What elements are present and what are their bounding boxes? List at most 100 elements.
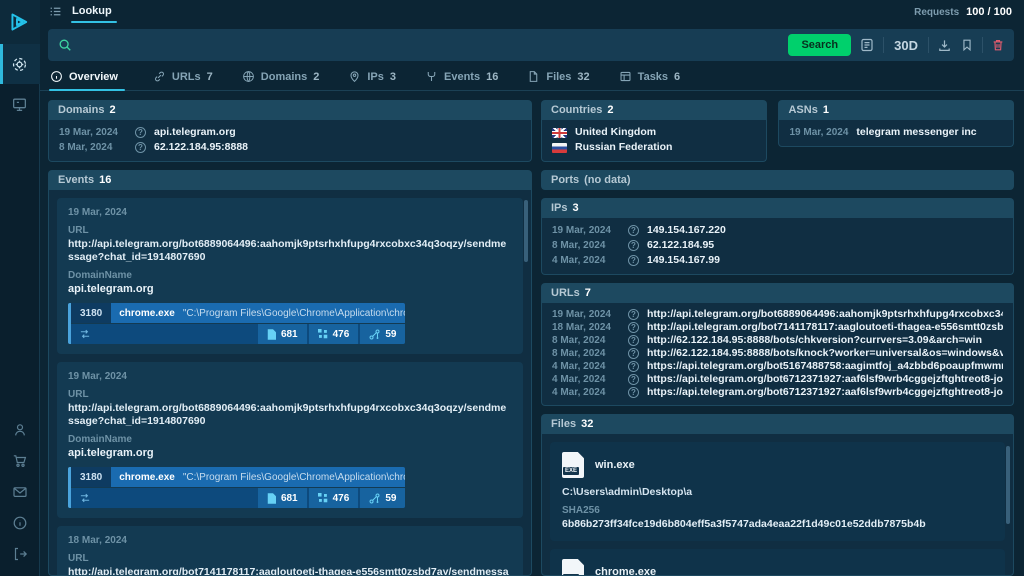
right-column: Countries 2 United Kingdom Russian Feder… (541, 100, 1014, 576)
tab-tasks[interactable]: Tasks6 (618, 64, 682, 90)
history-menu-icon[interactable] (49, 5, 62, 18)
domain-value[interactable]: 62.122.184.95:8888 (154, 140, 248, 155)
globe-icon (242, 70, 255, 83)
event-item[interactable]: 19 Mar, 2024 URL http://api.telegram.org… (57, 362, 523, 518)
process-cmdline: "C:\Program Files\Google\Chrome\Applicat… (183, 472, 406, 483)
file-sha256[interactable]: 6b86b273ff34fce19d6b804eff5a3f5747ada4ea… (562, 518, 993, 530)
process-pid: 3180 (71, 467, 111, 487)
files-card-header: Files 32 (541, 414, 1014, 434)
ip-value[interactable]: 149.154.167.220 (647, 223, 726, 238)
file-item[interactable]: chrome.exe C:\Program Files\Google\Chrom… (550, 549, 1005, 576)
domains-card-body: 19 Mar, 2024 ? api.telegram.org 8 Mar, 2… (48, 120, 532, 162)
sidebar-item-mail[interactable] (0, 484, 40, 500)
url-value[interactable]: https://api.telegram.org/bot6712371927:a… (647, 386, 1003, 399)
sidebar-item-logout[interactable] (0, 546, 40, 562)
file-icon (527, 70, 540, 83)
url-value[interactable]: https://api.telegram.org/bot5167488758:a… (647, 360, 1003, 373)
period-selector[interactable]: 30D (892, 38, 920, 53)
files-scrollbar[interactable] (1006, 446, 1010, 524)
download-icon[interactable] (937, 38, 952, 53)
sidebar-item-info[interactable] (0, 515, 40, 531)
tab-overview[interactable]: Overview (49, 64, 125, 90)
profile-icon (12, 422, 28, 438)
anyrun-logo[interactable] (0, 0, 40, 44)
verdict-unknown-icon: ? (135, 142, 146, 153)
location-pin-icon (348, 70, 361, 83)
domains-card: Domains 2 19 Mar, 2024 ? api.telegram.or… (48, 100, 532, 162)
verdict-unknown-icon: ? (628, 225, 639, 236)
sidebar-item-profile[interactable] (0, 422, 40, 438)
verdict-unknown-icon: ? (628, 309, 639, 320)
event-url[interactable]: http://api.telegram.org/bot6889064496:aa… (68, 238, 512, 264)
page-title[interactable]: Lookup (71, 3, 113, 21)
countries-card-header: Countries 2 (541, 100, 767, 120)
process-bar[interactable]: 3180 chrome.exe "C:\Program Files\Google… (68, 467, 405, 508)
url-value[interactable]: https://api.telegram.org/bot6712371927:a… (647, 373, 1003, 386)
trash-icon[interactable] (991, 38, 1005, 52)
url-value[interactable]: http://api.telegram.org/bot7141178117:aa… (647, 321, 1003, 334)
divider (928, 37, 929, 53)
ip-value[interactable]: 149.154.167.99 (647, 253, 720, 268)
row-date: 8 Mar, 2024 (59, 140, 127, 155)
event-domain-label: DomainName (68, 434, 512, 445)
main-area: Lookup Requests 100 / 100 Search (40, 0, 1024, 576)
tab-ips[interactable]: IPs3 (347, 64, 397, 90)
ips-card-header: IPs 3 (541, 198, 1014, 218)
asns-card-body: 19 Mar, 2024 telegram messenger inc (778, 120, 1014, 147)
row-date: 19 Mar, 2024 (59, 125, 127, 140)
domain-value[interactable]: api.telegram.org (154, 125, 236, 140)
event-url[interactable]: http://api.telegram.org/bot7141178117:aa… (68, 566, 512, 576)
requests-value: 100 / 100 (966, 6, 1012, 18)
verdict-unknown-icon: ? (628, 335, 639, 346)
process-bar[interactable]: 3180 chrome.exe "C:\Program Files\Google… (68, 303, 405, 344)
urls-card: URLs 7 19 Mar, 2024 ? http://api.telegra… (541, 283, 1014, 406)
row-date: 4 Mar, 2024 (552, 386, 620, 399)
event-url[interactable]: http://api.telegram.org/bot6889064496:aa… (68, 402, 512, 428)
event-domain[interactable]: api.telegram.org (68, 283, 512, 295)
cart-icon (12, 453, 28, 469)
url-value[interactable]: http://62.122.184.95:8888/bots/chkversio… (647, 334, 982, 347)
process-fork-icon (425, 70, 438, 83)
search-bar[interactable]: Search 30D (48, 29, 1014, 61)
tab-domains[interactable]: Domains2 (241, 64, 321, 90)
event-domain[interactable]: api.telegram.org (68, 447, 512, 459)
event-item[interactable]: 19 Mar, 2024 URL http://api.telegram.org… (57, 198, 523, 354)
tab-events[interactable]: Events16 (424, 64, 499, 90)
search-button[interactable]: Search (788, 34, 851, 56)
file-solid-icon (267, 493, 276, 504)
event-date: 19 Mar, 2024 (68, 371, 512, 382)
left-column: Domains 2 19 Mar, 2024 ? api.telegram.or… (48, 100, 532, 576)
sidebar-item-cart[interactable] (0, 453, 40, 469)
country-row: Russian Federation (552, 140, 756, 155)
swap-arrows-icon (79, 328, 91, 340)
row-date: 19 Mar, 2024 (552, 308, 620, 321)
asn-value[interactable]: telegram messenger inc (856, 125, 976, 140)
events-card-body: 19 Mar, 2024 URL http://api.telegram.org… (48, 190, 532, 576)
file-item[interactable]: win.exe C:\Users\admin\Desktop\a SHA256 … (550, 442, 1005, 541)
app-root: Lookup Requests 100 / 100 Search (0, 0, 1024, 576)
tab-urls[interactable]: URLs7 (152, 64, 214, 90)
sidebar-bottom-group (0, 422, 40, 576)
mail-icon (12, 484, 28, 500)
query-templates-icon[interactable] (859, 37, 875, 53)
domain-row: 8 Mar, 2024 ? 62.122.184.95:8888 (59, 140, 521, 155)
file-name[interactable]: win.exe (595, 459, 635, 471)
verdict-unknown-icon: ? (135, 127, 146, 138)
file-path: C:\Users\admin\Desktop\a (562, 486, 993, 498)
file-name[interactable]: chrome.exe (595, 566, 656, 576)
url-value[interactable]: http://62.122.184.95:8888/bots/knock?wor… (647, 347, 1003, 360)
url-value[interactable]: http://api.telegram.org/bot6889064496:aa… (647, 308, 1003, 321)
sidebar-item-sandbox[interactable] (0, 84, 40, 124)
ips-card-body: 19 Mar, 2024 ? 149.154.167.220 8 Mar, 20… (541, 218, 1014, 275)
event-date: 19 Mar, 2024 (68, 207, 512, 218)
bookmark-icon[interactable] (960, 38, 974, 52)
files-card-body: win.exe C:\Users\admin\Desktop\a SHA256 … (541, 434, 1014, 576)
sidebar-item-ti-lookup[interactable] (0, 44, 40, 84)
tab-files[interactable]: Files32 (526, 64, 590, 90)
ip-value[interactable]: 62.122.184.95 (647, 238, 714, 253)
event-item[interactable]: 18 Mar, 2024 URL http://api.telegram.org… (57, 526, 523, 576)
search-icon (58, 38, 72, 52)
row-date: 4 Mar, 2024 (552, 253, 620, 268)
process-main-row: 3180 chrome.exe "C:\Program Files\Google… (71, 467, 405, 487)
events-scrollbar[interactable] (524, 200, 528, 262)
